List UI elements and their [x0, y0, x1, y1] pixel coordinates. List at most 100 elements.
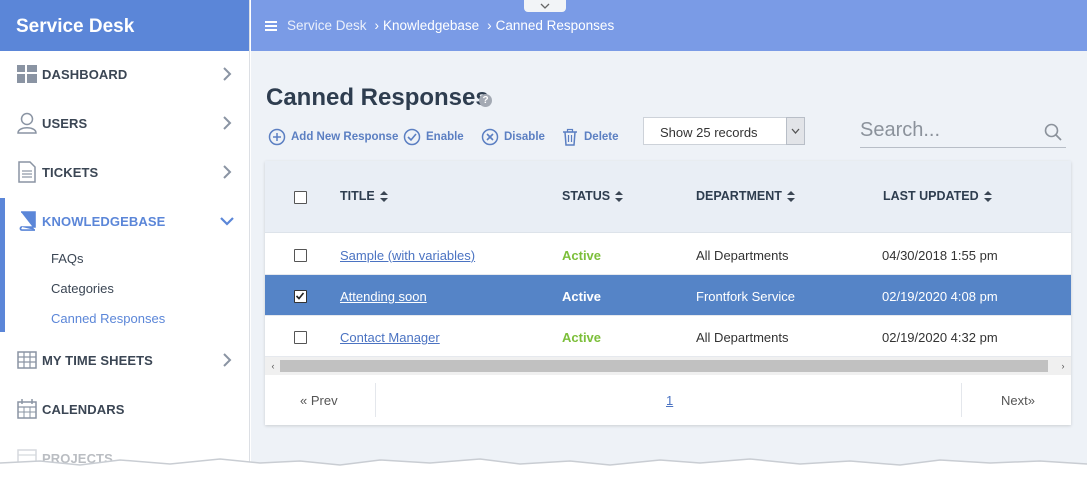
- search-icon[interactable]: [1044, 123, 1062, 141]
- last-updated-cell: 02/19/2020 4:32 pm: [882, 330, 998, 345]
- enable-button[interactable]: Enable: [403, 128, 464, 146]
- dropdown-button[interactable]: [786, 117, 805, 145]
- table-header: TITLE STATUS DEPARTMENT LAST UPDATED: [265, 161, 1071, 233]
- collapse-header-button[interactable]: [524, 0, 566, 12]
- add-new-response-label: Add New Response: [291, 131, 399, 143]
- records-per-page-select[interactable]: Show 25 records: [643, 117, 805, 145]
- sidebar-item-calendars[interactable]: CALENDARS: [0, 387, 249, 431]
- status-badge: Active: [562, 330, 602, 345]
- timesheet-icon: [16, 349, 38, 371]
- top-bar: Service Desk › Knowledgebase › Canned Re…: [251, 0, 1087, 51]
- ticket-icon: [16, 161, 38, 183]
- main-content: Canned Responses ? Add New Response Enab…: [251, 51, 1087, 477]
- chevron-right-icon: [223, 165, 232, 179]
- prev-page-button[interactable]: « Prev: [300, 393, 338, 408]
- department-cell: Frontfork Service: [696, 289, 795, 304]
- column-label: TITLE: [340, 189, 375, 203]
- column-label: STATUS: [562, 189, 611, 203]
- response-title-link[interactable]: Sample (with variables): [340, 248, 475, 263]
- chevron-right-icon: [223, 67, 232, 81]
- sidebar-item-label: DASHBOARD: [42, 66, 128, 82]
- add-circle-icon: [268, 128, 286, 146]
- sidebar-item-label: TICKETS: [42, 164, 99, 180]
- breadcrumb: Service Desk › Knowledgebase › Canned Re…: [265, 18, 614, 33]
- trash-icon: [563, 128, 577, 146]
- horizontal-scrollbar[interactable]: ‹ ›: [265, 357, 1071, 375]
- subnav-faqs[interactable]: FAQs: [51, 251, 84, 266]
- department-cell: All Departments: [696, 330, 789, 345]
- sort-icon: [786, 190, 795, 202]
- response-title-link[interactable]: Contact Manager: [340, 330, 440, 345]
- disable-button[interactable]: Disable: [481, 128, 545, 146]
- check-circle-icon: [403, 128, 421, 146]
- breadcrumb-knowledgebase[interactable]: Knowledgebase: [383, 18, 479, 33]
- sidebar: Service Desk DASHBOARD USERS TICKETS KNO…: [0, 0, 250, 477]
- department-cell: All Departments: [696, 248, 789, 263]
- sidebar-item-dashboard[interactable]: DASHBOARD: [0, 52, 249, 96]
- sidebar-item-knowledgebase[interactable]: KNOWLEDGEBASE: [0, 199, 249, 243]
- status-badge: Active: [562, 289, 602, 304]
- sidebar-item-my-time-sheets[interactable]: MY TIME SHEETS: [0, 338, 249, 382]
- sidebar-item-users[interactable]: USERS: [0, 101, 249, 145]
- sidebar-item-label: MY TIME SHEETS: [42, 352, 153, 368]
- delete-button[interactable]: Delete: [561, 128, 619, 146]
- column-header-status[interactable]: STATUS: [562, 189, 624, 203]
- subnav-canned-responses[interactable]: Canned Responses: [51, 311, 165, 326]
- subnav-categories[interactable]: Categories: [51, 281, 114, 296]
- last-updated-cell: 04/30/2018 1:55 pm: [882, 248, 998, 263]
- sort-icon: [379, 190, 388, 202]
- breadcrumb-separator: ›: [487, 18, 492, 33]
- pagination: « Prev 1 Next»: [265, 375, 1071, 425]
- x-circle-icon: [481, 128, 499, 146]
- checkmark-icon: [295, 292, 305, 300]
- scroll-right-arrow[interactable]: ›: [1058, 361, 1068, 371]
- chevron-right-icon: [223, 116, 232, 130]
- row-checkbox[interactable]: [294, 331, 307, 344]
- column-header-title[interactable]: TITLE: [340, 189, 388, 203]
- scrollbar-thumb[interactable]: [280, 360, 1048, 372]
- breadcrumb-canned-responses: Canned Responses: [495, 18, 615, 33]
- search-input[interactable]: Search...: [860, 117, 1066, 148]
- sidebar-item-label: CALENDARS: [42, 401, 125, 417]
- records-per-page-value: Show 25 records: [660, 125, 758, 140]
- chevron-right-icon: [223, 353, 232, 367]
- divider: [375, 383, 376, 417]
- dashboard-icon: [16, 63, 38, 85]
- add-new-response-button[interactable]: Add New Response: [268, 128, 398, 146]
- sidebar-item-tickets[interactable]: TICKETS: [0, 150, 249, 194]
- scroll-left-arrow[interactable]: ‹: [268, 361, 278, 371]
- chevron-down-icon: [220, 217, 234, 226]
- search-placeholder: Search...: [860, 119, 941, 141]
- calendar-icon: [16, 398, 38, 420]
- column-header-department[interactable]: DEPARTMENT: [696, 189, 795, 203]
- column-header-last-updated[interactable]: LAST UPDATED: [883, 189, 992, 203]
- next-page-button[interactable]: Next»: [1001, 393, 1035, 408]
- row-checkbox[interactable]: [294, 290, 307, 303]
- select-all-checkbox[interactable]: [294, 191, 307, 204]
- sort-icon: [983, 190, 992, 202]
- breadcrumb-separator: ›: [374, 18, 380, 33]
- user-icon: [16, 112, 38, 134]
- column-label: LAST UPDATED: [883, 189, 979, 203]
- disable-label: Disable: [504, 131, 545, 143]
- last-updated-cell: 02/19/2020 4:08 pm: [882, 289, 998, 304]
- delete-label: Delete: [584, 131, 619, 143]
- book-icon: [16, 210, 38, 232]
- sidebar-item-label: KNOWLEDGEBASE: [42, 213, 166, 229]
- table-row[interactable]: Contact Manager Active All Departments 0…: [265, 316, 1071, 357]
- response-title-link[interactable]: Attending soon: [340, 289, 427, 304]
- page-number-link[interactable]: 1: [666, 393, 673, 408]
- menu-icon[interactable]: [265, 20, 277, 31]
- table-row[interactable]: Sample (with variables) Active All Depar…: [265, 234, 1071, 275]
- enable-label: Enable: [426, 131, 464, 143]
- table-row[interactable]: Attending soon Active Frontfork Service …: [265, 275, 1071, 316]
- breadcrumb-service-desk[interactable]: Service Desk: [287, 18, 367, 33]
- sidebar-item-label: USERS: [42, 115, 88, 131]
- page-title: Canned Responses: [266, 84, 489, 111]
- app-title[interactable]: Service Desk: [0, 0, 249, 51]
- column-label: DEPARTMENT: [696, 189, 782, 203]
- row-checkbox[interactable]: [294, 249, 307, 262]
- chevron-down-icon: [540, 3, 550, 9]
- help-icon[interactable]: ?: [479, 94, 492, 107]
- divider: [961, 383, 962, 417]
